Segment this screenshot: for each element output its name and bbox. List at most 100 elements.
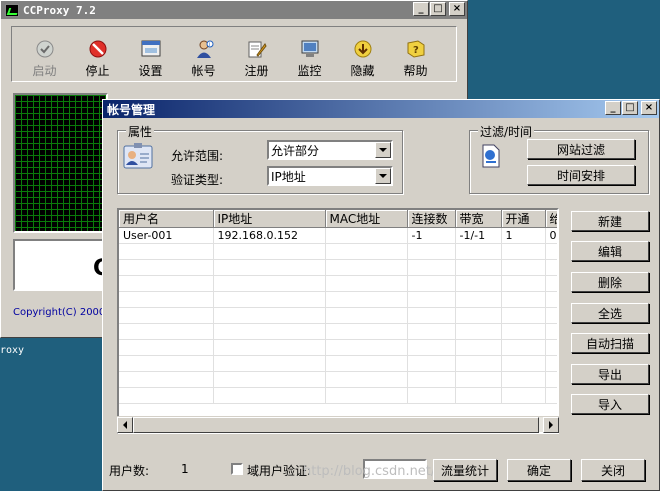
toolbar-register-label: 注册: [244, 64, 269, 78]
scrollbar-thumb[interactable]: [133, 417, 539, 433]
domain-auth-label: 域用户验证:: [247, 464, 312, 478]
dialog-close-icon[interactable]: ×: [641, 101, 657, 115]
table-row-empty: [119, 243, 557, 260]
user-account-icon: i: [194, 39, 214, 59]
time-schedule-button[interactable]: 时间安排: [527, 165, 635, 185]
scroll-right-icon[interactable]: [543, 417, 559, 433]
toolbar-settings-button[interactable]: 设置: [124, 39, 177, 81]
check-icon: [35, 39, 55, 59]
cell-bandwidth: -1/-1: [455, 227, 502, 244]
table-row-empty: [119, 323, 557, 340]
user-count-value: 1: [181, 462, 189, 476]
import-button[interactable]: 导入: [571, 394, 649, 414]
column-header-username[interactable]: 用户名: [119, 210, 214, 228]
cell-connections: -1: [407, 227, 456, 244]
document-globe-icon: [481, 144, 501, 171]
toolbar-settings-label: 设置: [138, 64, 163, 78]
column-header-mac[interactable]: MAC地址: [325, 210, 408, 228]
help-icon: ?: [406, 39, 426, 59]
account-management-dialog: 帐号管理 _ □ × 属性 允许范围: 允许部分 验证类型: IP地址 过滤/时…: [102, 99, 660, 491]
close-button[interactable]: 关闭: [581, 459, 645, 481]
cell-ip: 192.168.0.152: [213, 227, 326, 244]
main-titlebar[interactable]: CCProxy 7.2 _ □ ×: [1, 1, 467, 19]
id-card-icon: [123, 142, 153, 173]
toolbar-start-label: 启动: [32, 64, 57, 78]
toolbar-monitor-button[interactable]: 监控: [283, 39, 336, 81]
table-row-empty: [119, 307, 557, 324]
auto-scan-button[interactable]: 自动扫描: [571, 333, 649, 353]
auth-type-label: 验证类型:: [171, 173, 224, 187]
dialog-title: 帐号管理: [107, 102, 156, 117]
stop-icon: [88, 39, 108, 59]
column-header-connections[interactable]: 连接数: [407, 210, 456, 228]
toolbar-hide-label: 隐藏: [350, 64, 375, 78]
table-row-empty: [119, 371, 557, 388]
auth-type-select[interactable]: IP地址: [267, 166, 393, 186]
hide-icon: [353, 39, 373, 59]
permit-scope-value: 允许部分: [271, 143, 320, 158]
traffic-grid-display: [13, 93, 108, 233]
toolbar-register-button[interactable]: 注册: [230, 39, 283, 81]
table-row-empty: [119, 387, 557, 404]
svg-text:i: i: [208, 42, 209, 48]
main-toolbar: 启动 停止 设置 i 帐号 注册 监控 隐藏 ? 帮助: [11, 26, 457, 82]
filter-time-group-label: 过滤/时间: [478, 123, 535, 140]
table-row-empty: [119, 355, 557, 372]
svg-text:?: ?: [413, 45, 419, 56]
permit-scope-label: 允许范围:: [171, 149, 224, 163]
user-count-label: 用户数:: [109, 464, 150, 478]
traffic-stats-button[interactable]: 流量统计: [433, 459, 497, 481]
monitor-icon: [300, 39, 320, 59]
cell-mac: [325, 227, 408, 244]
chevron-down-icon[interactable]: [375, 168, 391, 184]
dialog-maximize-icon[interactable]: □: [622, 101, 638, 115]
maximize-icon[interactable]: □: [430, 2, 446, 16]
background-window-text: roxy: [0, 345, 25, 356]
toolbar-account-button[interactable]: i 帐号: [177, 39, 230, 81]
toolbar-account-label: 帐号: [191, 64, 216, 78]
domain-auth-checkbox[interactable]: [231, 463, 243, 475]
table-row-empty: [119, 259, 557, 276]
toolbar-stop-button[interactable]: 停止: [71, 39, 124, 81]
toolbar-help-button[interactable]: ? 帮助: [389, 39, 442, 81]
toolbar-monitor-label: 监控: [297, 64, 322, 78]
column-header-bandwidth[interactable]: 带宽: [455, 210, 502, 228]
table-row-empty: [119, 275, 557, 292]
properties-group-label: 属性: [126, 123, 155, 140]
account-table[interactable]: 用户名 IP地址 MAC地址 连接数 带宽 开通 给 User-001 192.…: [117, 208, 559, 434]
minimize-icon[interactable]: _: [413, 2, 429, 16]
column-header-enabled[interactable]: 开通: [501, 210, 546, 228]
select-all-button[interactable]: 全选: [571, 303, 649, 323]
ccproxy-app-icon: [5, 3, 19, 17]
toolbar-hide-button[interactable]: 隐藏: [336, 39, 389, 81]
dialog-minimize-icon[interactable]: _: [605, 101, 621, 115]
cell-username: User-001: [119, 227, 214, 244]
close-icon[interactable]: ×: [449, 2, 465, 16]
cell-truncated: 0: [545, 227, 557, 244]
copyright-text: Copyright(C) 2000-2: [13, 307, 116, 318]
export-button[interactable]: 导出: [571, 364, 649, 384]
ok-button[interactable]: 确定: [507, 459, 571, 481]
permit-scope-select[interactable]: 允许部分: [267, 140, 393, 160]
toolbar-start-button[interactable]: 启动: [18, 39, 71, 81]
web-filter-button[interactable]: 网站过滤: [527, 139, 635, 159]
toolbar-stop-label: 停止: [85, 64, 110, 78]
table-header-row: 用户名 IP地址 MAC地址 连接数 带宽 开通 给: [119, 210, 557, 228]
new-account-button[interactable]: 新建: [571, 211, 649, 231]
delete-account-button[interactable]: 删除: [571, 272, 649, 292]
column-header-truncated[interactable]: 给: [545, 210, 557, 228]
table-row-empty: [119, 339, 557, 356]
column-header-ip[interactable]: IP地址: [213, 210, 326, 228]
toolbar-help-label: 帮助: [403, 64, 428, 78]
chevron-down-icon[interactable]: [375, 142, 391, 158]
settings-window-icon: [141, 39, 161, 59]
table-horizontal-scrollbar[interactable]: [117, 416, 559, 433]
scroll-left-icon[interactable]: [117, 417, 133, 433]
edit-account-button[interactable]: 编辑: [571, 241, 649, 261]
auth-type-value: IP地址: [271, 169, 306, 184]
main-window-title: CCProxy 7.2: [23, 3, 96, 17]
table-row-empty: [119, 291, 557, 308]
cell-enabled: 1: [501, 227, 546, 244]
dialog-titlebar[interactable]: 帐号管理 _ □ ×: [103, 100, 659, 118]
table-row[interactable]: User-001 192.168.0.152 -1 -1/-1 1 0: [119, 227, 557, 244]
